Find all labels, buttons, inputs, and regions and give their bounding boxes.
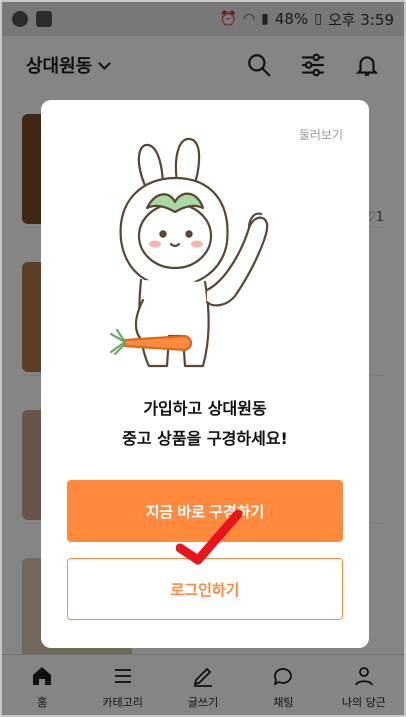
modal-headline: 가입하고 상대원동 중고 상품을 구경하세요! — [41, 394, 369, 454]
headline-line-2: 중고 상품을 구경하세요! — [122, 429, 288, 448]
bunny-mascot-illustration — [109, 137, 269, 368]
headline-line-1: 가입하고 상대원동 — [143, 399, 267, 418]
bottom-nav-backdrop — [2, 654, 404, 715]
browse-link[interactable]: 둘러보기 — [299, 126, 343, 143]
app-frame: ⏰ ◠ ▮ 48% ▯ 오후 3:59 상대원동 ♡1 홈 카테고리 글쓰기 채… — [0, 0, 406, 717]
red-check-mark-annotation — [176, 509, 243, 565]
